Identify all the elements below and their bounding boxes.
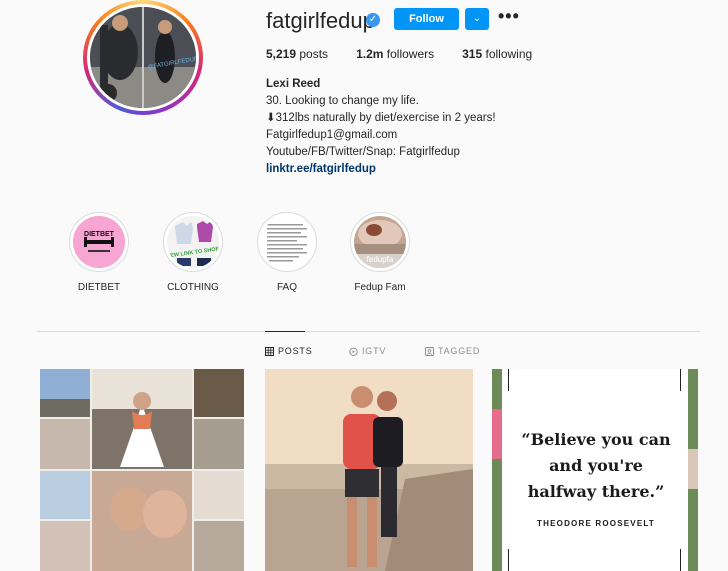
posts-stat: 5,219 posts [266,47,329,61]
active-tab-indicator [265,331,305,332]
post-collage[interactable] [40,369,244,571]
bio-link[interactable]: linktr.ee/fatgirlfedup [266,161,586,178]
highlight-dietbet[interactable]: DIETBET DIETBET [64,212,134,293]
followers-stat[interactable]: 1.2m followers [356,47,434,61]
highlight-image-text: DIETBET [84,231,115,238]
highlight-label: DIETBET [77,282,121,293]
bio-line: Youtube/FB/Twitter/Snap: Fatgirlfedup [266,146,460,158]
tabs-divider [37,331,700,332]
quote-author: THEODORE ROOSEVELT [537,519,655,528]
igtv-icon [349,347,358,356]
highlight-clothing[interactable]: NEW LINK TO SHOP CLOTHING [158,212,228,293]
profile-stats: 5,219 posts 1.2m followers 315 following [266,47,532,61]
grid-icon [265,346,274,356]
post-quote[interactable]: “Believe you can and you're halfway ther… [492,369,698,571]
follow-button[interactable]: Follow [394,8,459,30]
post-beach-couple[interactable] [265,369,473,571]
profile-full-name: Lexi Reed [266,78,321,90]
bio-email: Fatgirlfedup1@gmail.com [266,129,398,141]
following-stat[interactable]: 315 following [462,47,532,61]
bio-line: ⬇312lbs naturally by diet/exercise in 2 … [266,112,496,124]
tab-tagged[interactable]: TAGGED [425,346,480,356]
highlight-fedup-fam[interactable]: fedupfa Fedup Fam [345,212,415,293]
tab-label: POSTS [278,346,313,356]
profile-bio: Lexi Reed 30. Looking to change my life.… [266,76,586,178]
suggested-accounts-dropdown-button[interactable]: ⌄ [465,8,489,30]
highlight-image-text: fedupfa [367,255,394,264]
more-options-button[interactable]: ••• [498,6,520,27]
tab-igtv[interactable]: IGTV [349,346,386,356]
highlight-label: Fedup Fam [354,282,406,293]
tagged-icon [425,346,434,356]
verified-badge-icon: ✓ [366,13,380,27]
chevron-down-icon: ⌄ [472,13,482,24]
profile-username: fatgirlfedup [266,8,375,33]
highlight-label: FAQ [276,282,297,293]
ellipsis-icon: ••• [498,6,520,26]
tab-label: IGTV [362,346,387,356]
highlight-faq[interactable]: FAQ [252,212,322,293]
profile-avatar[interactable]: @FATGIRLFEDUP [83,0,203,115]
tab-posts[interactable]: POSTS [265,346,313,356]
highlight-label: CLOTHING [167,282,219,293]
quote-text: “Believe you can and you're halfway ther… [521,430,671,501]
bio-line: 30. Looking to change my life. [266,95,419,107]
tab-label: TAGGED [438,346,481,356]
